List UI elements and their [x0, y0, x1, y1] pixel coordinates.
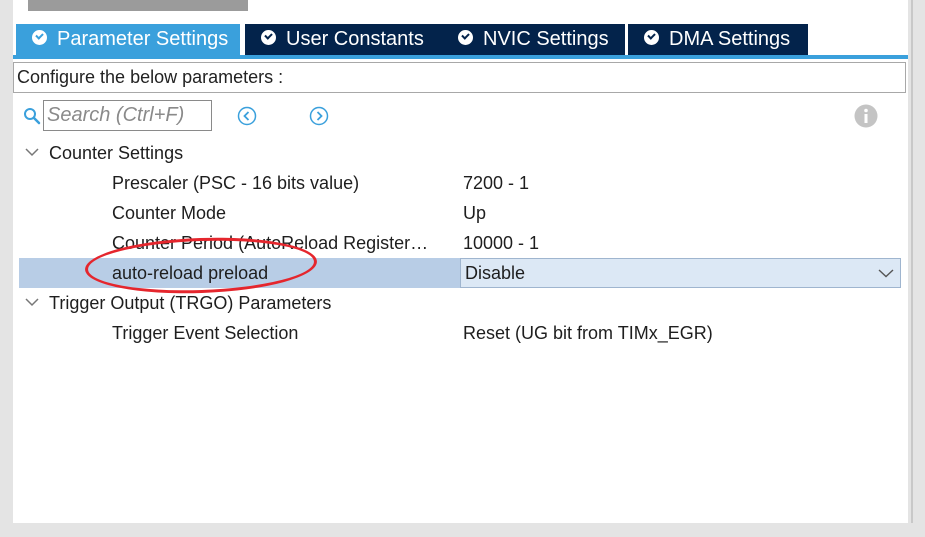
chevron-down-icon[interactable] — [25, 147, 39, 157]
tab-label: User Constants — [286, 28, 424, 50]
select-value: Disable — [465, 263, 526, 283]
configure-label: Configure the below parameters : — [13, 62, 906, 93]
param-value[interactable]: Reset (UG bit from TIMx_EGR) — [463, 318, 713, 348]
tab-label: DMA Settings — [669, 28, 791, 50]
chevron-down-icon[interactable] — [878, 268, 894, 278]
right-border-line — [911, 0, 913, 537]
tab-label: Parameter Settings — [57, 28, 229, 50]
search-input[interactable] — [43, 100, 212, 131]
peripheral-config-panel: Parameter Settings User Constants NVIC S… — [0, 0, 925, 537]
auto-reload-preload-select[interactable]: Disable — [460, 258, 901, 288]
bottom-border — [0, 523, 925, 537]
param-value[interactable]: 10000 - 1 — [463, 228, 539, 258]
check-circle-icon — [644, 30, 659, 46]
param-name: Counter Period (AutoReload Register… — [112, 233, 429, 253]
tab-dma-settings[interactable]: DMA Settings — [628, 24, 808, 55]
group-trigger-output[interactable]: Trigger Output (TRGO) Parameters — [19, 288, 901, 318]
check-circle-icon — [261, 30, 276, 46]
chevron-down-icon[interactable] — [25, 297, 39, 307]
prev-icon[interactable] — [237, 106, 257, 126]
header-button-stub[interactable] — [28, 0, 248, 11]
param-row-auto-reload-preload[interactable]: auto-reload preload Disable — [19, 258, 901, 288]
check-circle-icon — [32, 30, 47, 46]
param-name: auto-reload preload — [112, 263, 269, 283]
param-value[interactable]: 7200 - 1 — [463, 168, 529, 198]
param-name: Prescaler (PSC - 16 bits value) — [112, 173, 360, 193]
param-row-prescaler[interactable]: Prescaler (PSC - 16 bits value) 7200 - 1 — [19, 168, 901, 198]
tab-nvic-settings[interactable]: NVIC Settings — [442, 24, 625, 55]
param-name: Trigger Event Selection — [112, 323, 299, 343]
param-row-counter-period[interactable]: Counter Period (AutoReload Register… 100… — [19, 228, 901, 258]
tab-underline — [13, 55, 908, 59]
info-icon[interactable] — [854, 104, 878, 128]
group-title: Counter Settings — [49, 143, 184, 163]
param-value[interactable]: Up — [463, 198, 486, 228]
param-name: Counter Mode — [112, 203, 227, 223]
check-circle-icon — [458, 30, 473, 46]
tab-user-constants[interactable]: User Constants — [245, 24, 453, 55]
tab-parameter-settings[interactable]: Parameter Settings — [16, 24, 240, 55]
param-row-trigger-event[interactable]: Trigger Event Selection Reset (UG bit fr… — [19, 318, 901, 348]
left-border — [0, 0, 13, 537]
tab-label: NVIC Settings — [483, 28, 609, 50]
param-row-counter-mode[interactable]: Counter Mode Up — [19, 198, 901, 228]
next-icon[interactable] — [309, 106, 329, 126]
group-title: Trigger Output (TRGO) Parameters — [49, 293, 332, 313]
search-icon — [24, 108, 41, 125]
group-counter-settings[interactable]: Counter Settings — [19, 138, 901, 168]
